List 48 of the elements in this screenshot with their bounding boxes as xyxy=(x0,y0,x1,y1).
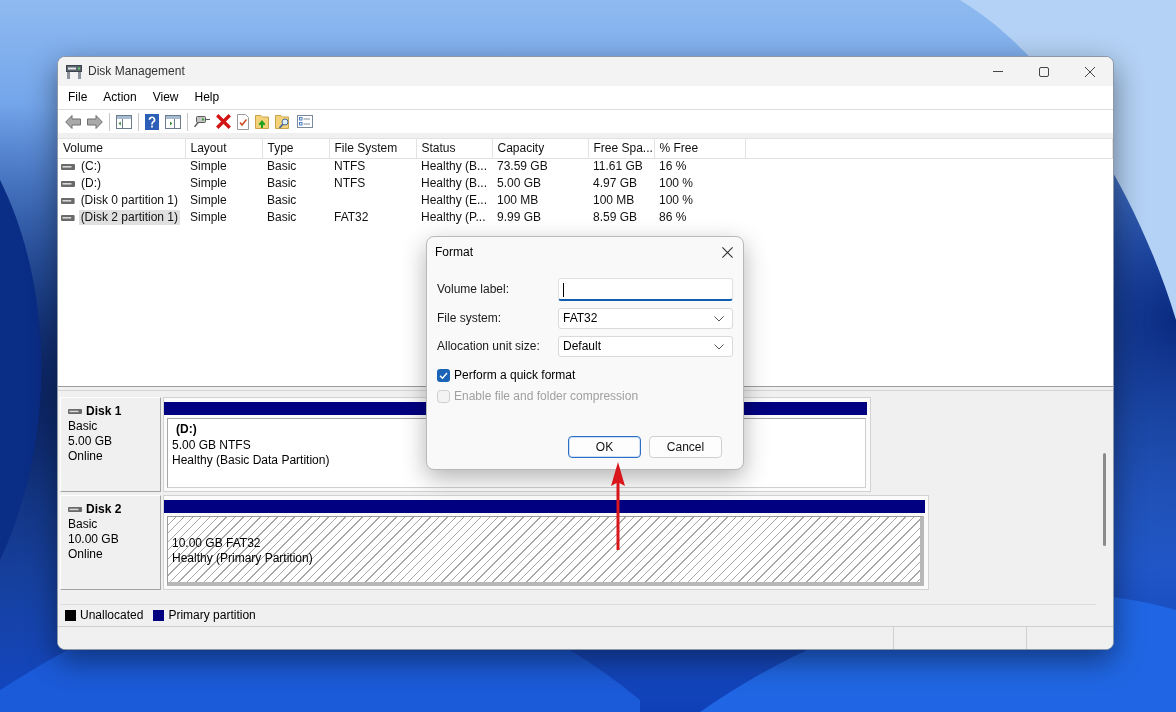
table-cell-text: Healthy (B... xyxy=(420,175,489,192)
table-cell-text: NTFS xyxy=(333,175,367,192)
disk-size: 10.00 GB xyxy=(68,532,119,547)
disk-status: Online xyxy=(68,547,103,562)
table-cell: 11.61 GB xyxy=(588,158,654,175)
table-cell-text: 8.59 GB xyxy=(592,209,639,226)
disk-size: 5.00 GB xyxy=(68,434,113,449)
table-cell-text: 9.99 GB xyxy=(496,209,543,226)
disk-name: Disk 2 xyxy=(86,502,122,517)
table-cell-text: Basic xyxy=(266,209,298,226)
window-title: Disk Management xyxy=(88,64,185,79)
table-cell: NTFS xyxy=(329,158,416,175)
partition-size: 5.00 GB NTFS xyxy=(172,437,251,453)
table-cell-text: Basic xyxy=(266,192,298,209)
table-cell-text: 100 % xyxy=(658,192,695,209)
table-cell: 73.59 GB xyxy=(492,158,588,175)
dialog-title: Format xyxy=(435,244,473,260)
table-cell-text: Healthy (E... xyxy=(420,192,489,209)
legend-label: Primary partition xyxy=(168,608,256,623)
disk-status: Online xyxy=(68,449,103,464)
table-cell-text: 5.00 GB xyxy=(496,175,543,192)
table-cell-text: Simple xyxy=(189,209,228,226)
table-cell-text: 100 % xyxy=(658,175,695,192)
table-cell-text: 100 MB xyxy=(496,192,540,209)
table-cell-text: Basic xyxy=(266,175,298,192)
table-cell: Basic xyxy=(262,158,329,175)
partition-status: Healthy (Basic Data Partition) xyxy=(172,453,330,469)
field-label: Allocation unit size: xyxy=(437,339,541,354)
table-cell-text: 4.97 GB xyxy=(592,175,639,192)
legend-label: Unallocated xyxy=(80,608,144,623)
partition-status: Healthy (Primary Partition) xyxy=(172,551,313,567)
table-cell-text: 86 % xyxy=(658,209,688,226)
table-cell: Healthy (B... xyxy=(416,158,492,175)
partition-label: (D:) xyxy=(175,422,197,438)
table-cell-text: 100 MB xyxy=(592,192,636,209)
table-cell: 16 % xyxy=(654,158,745,175)
disk-type: Basic xyxy=(68,517,98,532)
checkbox-label: Enable file and folder compression xyxy=(454,389,639,404)
table-cell: Simple xyxy=(185,158,262,175)
table-cell-text: Simple xyxy=(189,192,228,209)
field-label: File system: xyxy=(437,311,502,326)
field-label: Volume label: xyxy=(437,282,511,297)
disk-type: Basic xyxy=(68,419,98,434)
table-cell-text: Healthy (P... xyxy=(420,209,487,226)
partition-size: 10.00 GB FAT32 xyxy=(172,535,261,551)
disk-name: Disk 1 xyxy=(86,404,122,419)
table-cell-text: Simple xyxy=(189,175,228,192)
table-cell-text: FAT32 xyxy=(333,209,370,226)
